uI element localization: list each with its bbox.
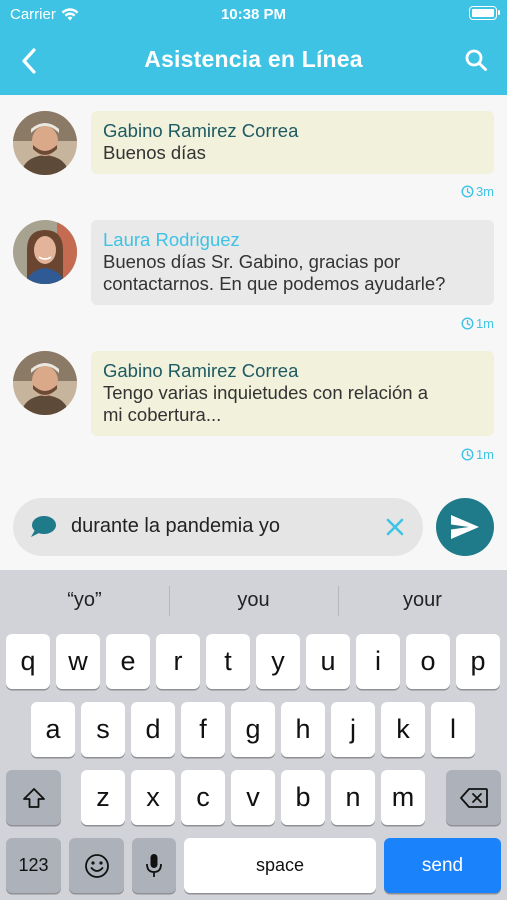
sender-name: Gabino Ramirez Correa [103,120,299,141]
dictation-key[interactable] [132,838,176,893]
keyboard-send-key[interactable]: send [384,838,501,893]
key-u[interactable]: u [306,634,350,689]
emoji-icon [84,853,109,878]
key-h[interactable]: h [281,702,325,757]
time-label: 1m [475,447,494,462]
backspace-icon [459,787,488,808]
message-time: 1m [461,316,494,331]
avatar-gabino [13,351,77,415]
suggestion-item[interactable]: your [338,570,507,630]
key-d[interactable]: d [131,702,175,757]
key-s[interactable]: s [81,702,125,757]
message-bubble: Gabino Ramirez Correa Buenos días [91,111,494,174]
page-title: Asistencia en Línea [144,46,363,72]
key-k[interactable]: k [381,702,425,757]
on-screen-keyboard: “yo” you your q w e r t y u i o p a s d … [0,570,507,900]
app-header: Carrier 10:38 PM Asistencia en Línea [0,0,507,95]
key-q[interactable]: q [6,634,50,689]
clear-icon [386,518,404,536]
key-j[interactable]: j [331,702,375,757]
message-text: mi cobertura... [103,404,222,425]
search-icon [465,49,487,71]
key-a[interactable]: a [31,702,75,757]
message-text: Buenos días Sr. Gabino, gracias por [103,251,401,272]
clock-icon [461,185,474,198]
message-text: Buenos días [103,142,206,163]
key-t[interactable]: t [206,634,250,689]
message-text: Tengo varias inquietudes con relación a [103,382,428,403]
clock-icon [461,448,474,461]
key-m[interactable]: m [381,770,425,825]
sender-name: Gabino Ramirez Correa [103,360,299,381]
suggestion-item[interactable]: “yo” [0,570,169,630]
key-l[interactable]: l [431,702,475,757]
clear-button[interactable] [383,515,407,539]
send-message-button[interactable] [436,498,494,556]
message-time: 1m [461,447,494,462]
suggestion-bar: “yo” you your [0,570,507,630]
key-f[interactable]: f [181,702,225,757]
suggestion-item[interactable]: you [169,570,338,630]
clock-icon [461,317,474,330]
nav-bar: Asistencia en Línea [0,30,507,90]
search-button[interactable] [459,43,493,77]
message-input[interactable] [71,515,371,538]
avatar-gabino [13,111,77,175]
key-r[interactable]: r [156,634,200,689]
key-b[interactable]: b [281,770,325,825]
status-time: 10:38 PM [220,6,287,23]
key-y[interactable]: y [256,634,300,689]
key-n[interactable]: n [331,770,375,825]
time-label: 1m [475,316,494,331]
key-e[interactable]: e [106,634,150,689]
status-bar: Carrier 10:38 PM [0,0,507,30]
message-time: 3m [461,184,494,199]
key-g[interactable]: g [231,702,275,757]
sender-name: Laura Rodriguez [103,229,240,250]
key-p[interactable]: p [456,634,500,689]
key-v[interactable]: v [231,770,275,825]
chat-bubble-icon [31,516,56,537]
send-icon [451,515,479,539]
message-bubble: Gabino Ramirez Correa Tengo varias inqui… [91,351,494,436]
space-key[interactable]: space [184,838,376,893]
key-w[interactable]: w [56,634,100,689]
key-z[interactable]: z [81,770,125,825]
numbers-key[interactable]: 123 [6,838,61,893]
time-label: 3m [475,184,494,199]
shift-key[interactable] [6,770,61,825]
key-i[interactable]: i [356,634,400,689]
delete-key[interactable] [446,770,501,825]
key-c[interactable]: c [181,770,225,825]
message-text: contactarnos. En que podemos ayudarle? [103,273,446,294]
emoji-key[interactable] [69,838,124,893]
avatar-laura [13,220,77,284]
chat-list[interactable]: Gabino Ramirez Correa Buenos días 3m Lau… [0,95,507,495]
key-x[interactable]: x [131,770,175,825]
message-composer [13,498,423,556]
shift-icon [22,787,45,808]
message-bubble: Laura Rodriguez Buenos días Sr. Gabino, … [91,220,494,305]
microphone-icon [146,853,162,877]
battery-icon [469,6,500,20]
key-o[interactable]: o [406,634,450,689]
